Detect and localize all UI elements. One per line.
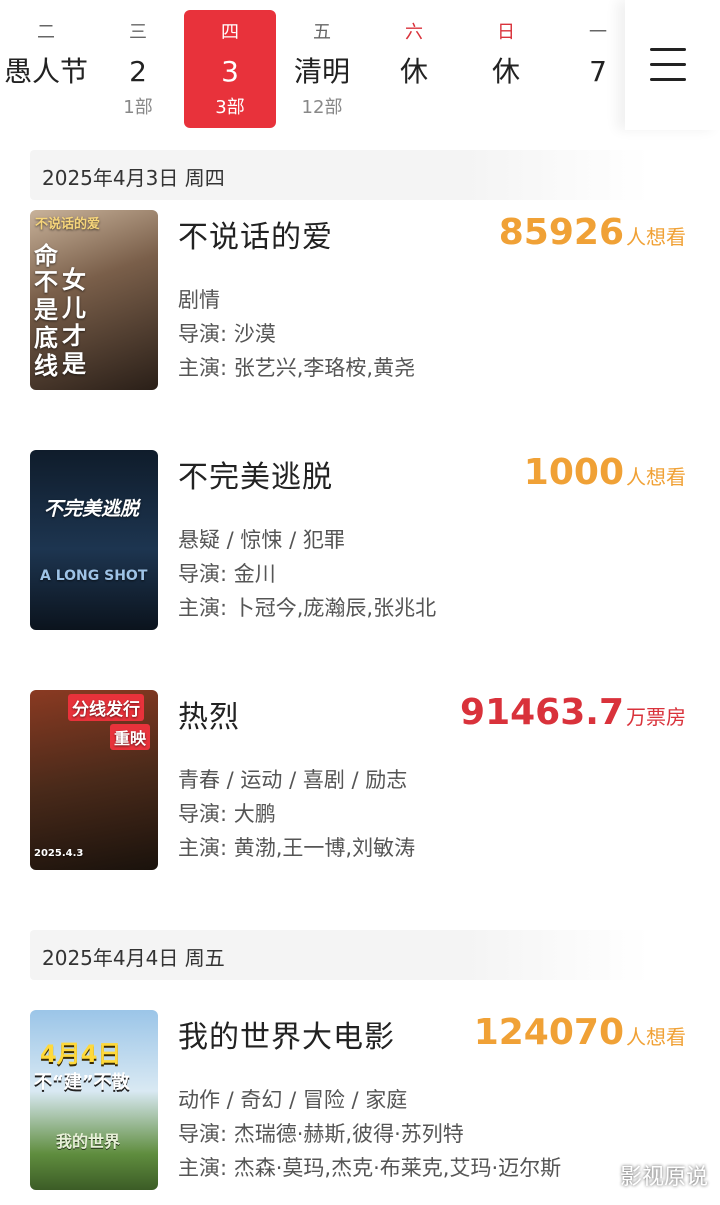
weekday-label: 三 bbox=[129, 22, 147, 43]
poster-caption: A LONG SHOT bbox=[40, 568, 148, 584]
movie-cast: 主演: 黄渤,王一博,刘敏涛 bbox=[178, 836, 416, 860]
movie-title[interactable]: 热烈 bbox=[178, 692, 240, 736]
movie-genres: 剧情 bbox=[178, 288, 220, 312]
weekday-label: 日 bbox=[497, 22, 515, 43]
movie-director: 导演: 大鹏 bbox=[178, 802, 276, 826]
day-number: 休 bbox=[491, 55, 520, 88]
movie-director: 导演: 金川 bbox=[178, 562, 276, 586]
hamburger-menu-icon[interactable] bbox=[650, 48, 686, 82]
metric-value: 1000 bbox=[523, 452, 624, 493]
poster-caption: 我的世界 bbox=[56, 1132, 121, 1151]
movie-poster[interactable]: 不完美逃脱 A LONG SHOT bbox=[30, 450, 158, 630]
day-tab-fri[interactable]: 五 清明 12部 bbox=[276, 10, 368, 128]
poster-caption: 命 bbox=[34, 242, 58, 270]
day-tab-wed[interactable]: 三 2 1部 bbox=[92, 10, 184, 128]
movie-list-item[interactable]: 不说话的爱 命 不是底线 女儿才是 不说话的爱 85926 人想看 剧情 导演: … bbox=[30, 210, 690, 390]
movie-cast: 主演: 张艺兴,李珞桉,黄尧 bbox=[178, 356, 416, 380]
movie-genres: 青春 / 运动 / 喜剧 / 励志 bbox=[178, 768, 408, 792]
movie-cast: 主演: 杰森·莫玛,杰克·布莱克,艾玛·迈尔斯 bbox=[178, 1156, 562, 1180]
section-date-label: 2025年4月4日 周五 bbox=[42, 946, 225, 970]
date-section-header: 2025年4月3日 周四 bbox=[30, 150, 650, 200]
day-tab-thu-selected[interactable]: 四 3 3部 bbox=[184, 10, 276, 128]
day-number: 2 bbox=[129, 55, 147, 88]
poster-caption: 不是底线 bbox=[34, 268, 58, 380]
movie-director: 导演: 沙漠 bbox=[178, 322, 276, 346]
poster-caption: 不完美逃脱 bbox=[44, 498, 140, 520]
metric-value: 124070 bbox=[473, 1012, 624, 1053]
poster-caption: 女儿才是 bbox=[62, 266, 86, 378]
want-to-see-count: 1000 人想看 bbox=[524, 452, 686, 493]
day-tab-sat[interactable]: 六 休 bbox=[368, 10, 460, 128]
movie-title[interactable]: 我的世界大电影 bbox=[178, 1012, 395, 1056]
weekday-label: 二 bbox=[37, 22, 55, 43]
release-count: 12部 bbox=[301, 97, 343, 118]
metric-unit: 人想看 bbox=[626, 225, 686, 249]
poster-caption: 4月4日 bbox=[40, 1040, 122, 1068]
release-count bbox=[0, 96, 92, 120]
weekday-label: 六 bbox=[405, 22, 423, 43]
metric-value: 91463.7 bbox=[460, 692, 624, 733]
movie-poster[interactable]: 不说话的爱 命 不是底线 女儿才是 bbox=[30, 210, 158, 390]
metric-value: 85926 bbox=[498, 212, 624, 253]
movie-list-item[interactable]: 不完美逃脱 A LONG SHOT 不完美逃脱 1000 人想看 悬疑 / 惊悚 … bbox=[30, 450, 690, 630]
day-number: 清明 bbox=[293, 55, 350, 88]
release-count: 3部 bbox=[215, 97, 245, 118]
release-count bbox=[368, 96, 460, 120]
movie-list-item[interactable]: 分线发行 重映 2025.4.3 热烈 91463.7 万票房 青春 / 运动 /… bbox=[30, 690, 690, 870]
movie-poster[interactable]: 分线发行 重映 2025.4.3 bbox=[30, 690, 158, 870]
poster-caption: 不说话的爱 bbox=[35, 217, 101, 232]
metric-unit: 万票房 bbox=[626, 705, 686, 729]
want-to-see-count: 124070 人想看 bbox=[474, 1012, 686, 1053]
date-section-header: 2025年4月4日 周五 bbox=[30, 930, 650, 980]
release-count bbox=[460, 96, 552, 120]
want-to-see-count: 85926 人想看 bbox=[499, 212, 686, 253]
movie-genres: 悬疑 / 惊悚 / 犯罪 bbox=[178, 528, 345, 552]
day-tab-sun[interactable]: 日 休 bbox=[460, 10, 552, 128]
day-number: 3 bbox=[221, 55, 239, 88]
date-selector-strip: 二 愚人节 三 2 1部 四 3 3部 五 清明 12部 六 休 日 休 一 7 bbox=[0, 0, 720, 140]
menu-area bbox=[625, 0, 720, 130]
movie-poster[interactable]: 4月4日 不“建”不散 我的世界 bbox=[30, 1010, 158, 1190]
section-date-label: 2025年4月3日 周四 bbox=[42, 166, 225, 190]
day-number: 愚人节 bbox=[3, 55, 88, 88]
movie-cast: 主演: 卜冠今,庞瀚辰,张兆北 bbox=[178, 596, 437, 620]
watermark-text: 影视原说 bbox=[619, 1165, 708, 1190]
movie-title[interactable]: 不完美逃脱 bbox=[178, 452, 333, 496]
poster-caption: 2025.4.3 bbox=[34, 848, 84, 859]
day-tab-tue[interactable]: 二 愚人节 bbox=[0, 10, 92, 128]
weekday-label: 五 bbox=[313, 22, 331, 43]
weekday-label: 四 bbox=[221, 22, 239, 43]
movie-director: 导演: 杰瑞德·赫斯,彼得·苏列特 bbox=[178, 1122, 464, 1146]
movie-genres: 动作 / 奇幻 / 冒险 / 家庭 bbox=[178, 1088, 408, 1112]
metric-unit: 人想看 bbox=[626, 1025, 686, 1049]
release-count: 1部 bbox=[123, 97, 153, 118]
metric-unit: 人想看 bbox=[626, 465, 686, 489]
poster-caption: 不“建”不散 bbox=[34, 1072, 130, 1093]
rerelease-badge: 重映 bbox=[110, 724, 151, 750]
movie-list-item[interactable]: 4月4日 不“建”不散 我的世界 我的世界大电影 124070 人想看 动作 / … bbox=[30, 1010, 690, 1190]
box-office-total: 91463.7 万票房 bbox=[460, 692, 686, 733]
distribution-badge: 分线发行 bbox=[68, 694, 144, 721]
day-number: 休 bbox=[399, 55, 428, 88]
movie-title[interactable]: 不说话的爱 bbox=[178, 212, 333, 256]
